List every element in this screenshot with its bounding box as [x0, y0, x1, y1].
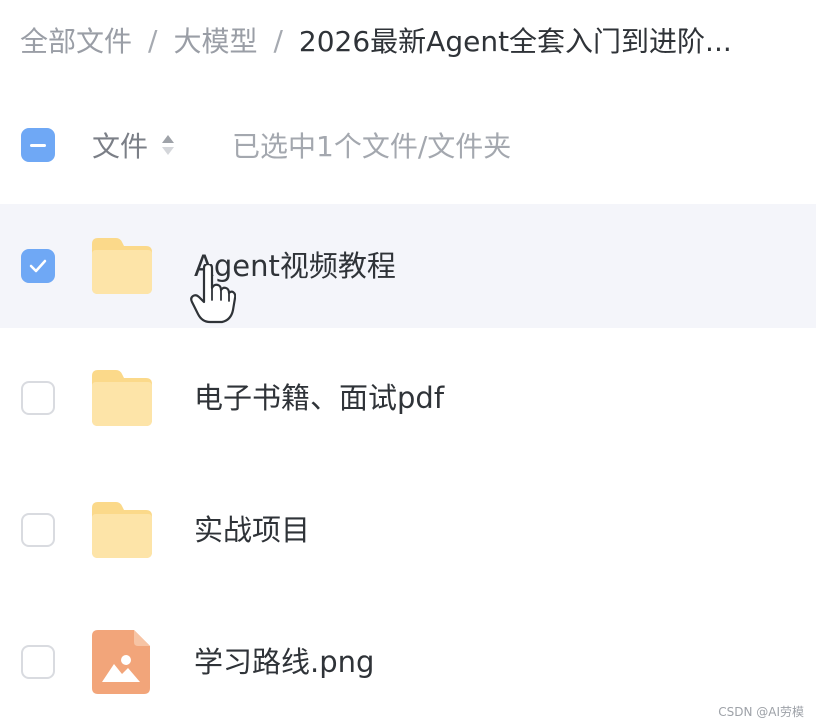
folder-icon: [92, 370, 152, 426]
select-all-checkbox[interactable]: [21, 128, 55, 162]
folder-icon: [92, 238, 152, 294]
breadcrumb-current: 2026最新Agent全套入门到进阶...: [298, 25, 732, 58]
selection-count: 已选中1个文件/文件夹: [232, 130, 512, 163]
row-checkbox[interactable]: [21, 249, 55, 283]
file-name[interactable]: 实战项目: [194, 506, 310, 554]
sort-arrows-icon: [162, 135, 175, 155]
file-row[interactable]: 实战项目: [0, 468, 816, 592]
breadcrumb: 全部文件 / 大模型 / 2026最新Agent全套入门到进阶...: [20, 18, 806, 62]
hand-pointer-icon: [190, 264, 236, 324]
file-name[interactable]: 电子书籍、面试pdf: [194, 374, 444, 422]
file-row[interactable]: 学习路线.png: [0, 600, 816, 724]
file-row[interactable]: Agent视频教程: [0, 204, 816, 328]
image-file-icon: [92, 630, 150, 694]
row-checkbox[interactable]: [21, 513, 55, 547]
row-checkbox[interactable]: [21, 645, 55, 679]
folder-icon: [92, 502, 152, 558]
sort-label: 文件: [92, 130, 149, 163]
sort-by-file-button[interactable]: 文件: [92, 125, 176, 165]
breadcrumb-item-all-files[interactable]: 全部文件: [20, 20, 132, 60]
breadcrumb-separator: /: [273, 23, 283, 57]
breadcrumb-item-large-model[interactable]: 大模型: [173, 20, 257, 60]
watermark: CSDN @AI劳模: [718, 705, 804, 719]
file-name[interactable]: 学习路线.png: [194, 638, 374, 686]
breadcrumb-separator: /: [148, 23, 158, 57]
check-icon: [29, 259, 47, 273]
list-header: 文件 已选中1个文件/文件夹: [0, 110, 816, 180]
row-checkbox[interactable]: [21, 381, 55, 415]
partial-dash-icon: [30, 143, 46, 147]
file-row[interactable]: 电子书籍、面试pdf: [0, 336, 816, 460]
